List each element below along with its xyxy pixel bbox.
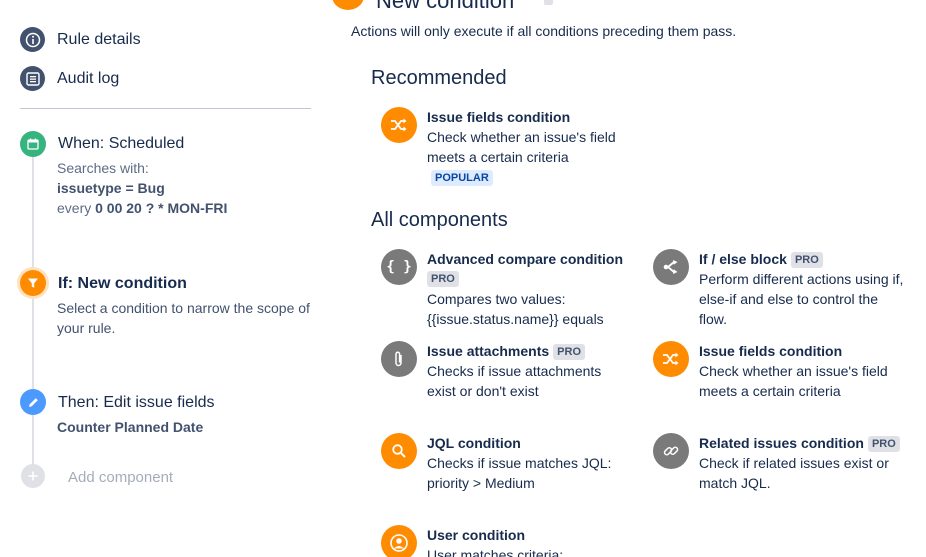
shuffle-icon [381,107,417,143]
cron-value: 0 00 20 ? * MON-FRI [95,200,228,216]
recommended-heading: Recommended [371,67,507,89]
then-field-value: Counter Planned Date [57,419,204,435]
pro-badge: PRO [867,436,900,452]
timeline-line [32,156,34,466]
pro-badge: PRO [553,344,586,360]
every-prefix: every [57,200,92,216]
component-title-row: Issue attachments PRO [427,341,642,361]
component-title-row: Related issues condition PRO [699,433,914,453]
shuffle-icon [653,341,689,377]
calendar-icon[interactable] [20,131,46,157]
page-subtitle: Actions will only execute if all conditi… [351,23,737,39]
component-desc: Compares two values: {{issue.status.name… [427,291,604,327]
curly-braces-icon: { } [381,249,417,285]
filter-icon[interactable] [20,270,46,296]
add-icon[interactable] [21,464,45,488]
searches-with-label: Searches with: [57,160,149,176]
component-desc: Checks if issue attachments exist or don… [427,363,602,399]
popular-badge: POPULAR [431,170,493,186]
component-title: JQL condition [427,435,521,451]
jql-value: issuetype = Bug [57,180,165,196]
pencil-icon[interactable] [20,389,46,415]
if-step-title[interactable]: If: New condition [58,275,187,293]
add-component-button[interactable]: Add component [68,469,173,486]
component-title: Issue fields condition [699,343,843,359]
rule-details-label: Rule details [57,30,141,48]
info-icon [20,27,45,52]
if-step-desc: Select a condition to narrow the scope o… [57,300,310,336]
when-step-details: Searches with: issuetype = Bug every 0 0… [57,158,307,218]
all-components-heading: All components [371,209,508,231]
when-step-title[interactable]: When: Scheduled [58,135,184,153]
header-indicator [544,0,553,5]
component-desc: Check whether an issue's field meets a c… [427,129,616,165]
component-desc: User matches criteria: [427,547,564,557]
component-title: Advanced compare condition [427,251,624,267]
sidebar: Rule details Audit log When: Scheduled S… [0,0,330,557]
paperclip-icon [381,341,417,377]
user-icon [381,525,417,557]
schedule-line: every 0 00 20 ? * MON-FRI [57,198,307,218]
branch-icon [653,249,689,285]
component-title: Issue fields condition [427,109,571,125]
then-step-field: Counter Planned Date [57,417,203,437]
then-step-title[interactable]: Then: Edit issue fields [58,394,215,412]
component-title: If / else block [699,251,787,267]
component-desc: Check whether an issue's field meets a c… [699,363,888,399]
component-title: Related issues condition [699,435,864,451]
pro-badge: PRO [427,271,459,287]
search-icon [381,433,417,469]
sidebar-divider [20,108,311,109]
list-icon [20,66,45,91]
rule-details-link[interactable]: Rule details [20,27,141,52]
component-title: User condition [427,527,526,543]
component-desc: Checks if issue matches JQL: priority > … [427,455,612,491]
link-icon [653,433,689,469]
pro-badge: PRO [790,252,823,268]
component-desc: Perform different actions using if, else… [699,271,904,327]
component-title-row: If / else block PRO [699,249,914,269]
audit-log-link[interactable]: Audit log [20,66,119,91]
condition-header-icon [332,0,364,10]
audit-log-label: Audit log [57,69,120,87]
component-desc: Check if related issues exist or match J… [699,455,889,491]
component-title: Issue attachments [427,343,550,359]
page-title: New condition [376,0,515,13]
